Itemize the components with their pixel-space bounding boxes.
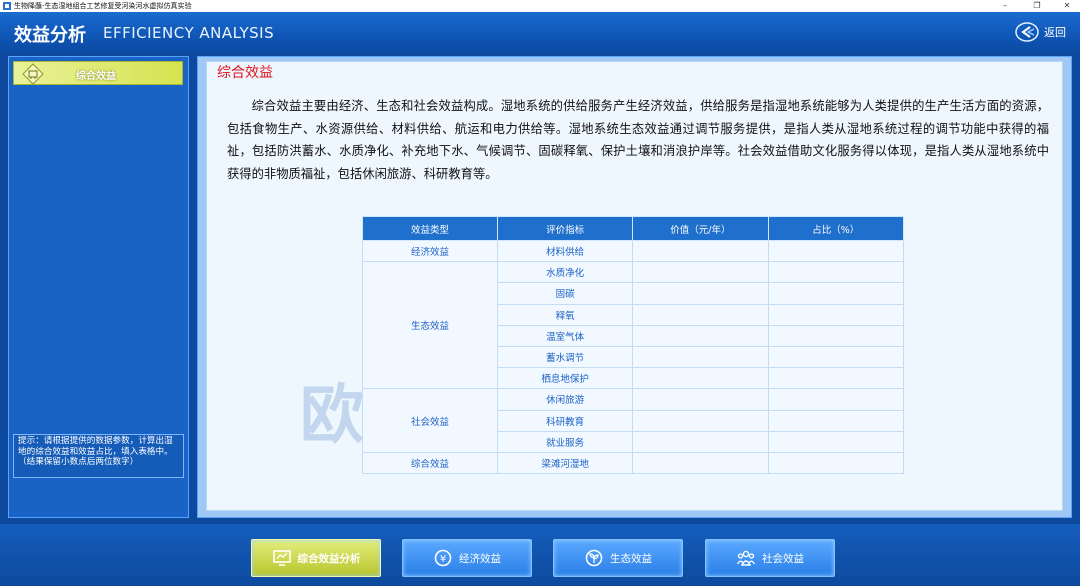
tab-ecological-benefit[interactable]: 生态效益 <box>553 539 683 577</box>
cell-ratio-input[interactable] <box>767 409 905 432</box>
cell-indicator: 蓄水调节 <box>497 345 634 369</box>
cell-ratio-input[interactable] <box>767 388 905 411</box>
cell-value-input[interactable] <box>632 303 769 326</box>
cell-value-input[interactable] <box>632 430 769 453</box>
cell-indicator: 梁滩河湿地 <box>497 451 634 475</box>
cell-indicator: 栖息地保护 <box>497 367 634 390</box>
cell-ratio-input[interactable] <box>767 451 905 475</box>
cell-benefit-type: 社会效益 <box>361 388 499 453</box>
people-icon <box>736 550 756 566</box>
cell-benefit-type: 经济效益 <box>361 239 499 263</box>
cell-value-input[interactable] <box>632 367 769 390</box>
section-title: 综合效益 <box>217 65 273 81</box>
cell-indicator: 就业服务 <box>497 430 634 453</box>
cell-ratio-input[interactable] <box>767 239 905 263</box>
cell-value-input[interactable] <box>632 409 769 432</box>
table-row: 社会效益 休闲旅游 <box>361 388 905 453</box>
cell-ratio-input[interactable] <box>767 324 905 347</box>
app-icon <box>3 2 11 10</box>
table-row: 经济效益 材料供给 <box>361 239 905 263</box>
cell-indicator: 科研教育 <box>497 409 634 432</box>
minimize-icon[interactable]: – <box>990 0 1020 12</box>
table-row: 综合效益 梁滩河湿地 <box>361 451 905 475</box>
cell-value-input[interactable] <box>632 261 769 284</box>
cell-ratio-input[interactable] <box>767 282 905 305</box>
page-title: 效益分析 <box>14 25 86 46</box>
cell-value-input[interactable] <box>632 324 769 347</box>
table-header-value: 价值（元/年） <box>632 216 769 241</box>
table-header-indicator: 评价指标 <box>497 216 634 241</box>
hint-text: 提示：请根据提供的数据参数，计算出湿地的综合效益和效益占比，填入表格中。（结果保… <box>13 434 184 478</box>
table-row: 生态效益 水质净化 <box>361 261 905 390</box>
maximize-icon[interactable]: ❐ <box>1022 0 1052 12</box>
cell-value-input[interactable] <box>632 239 769 263</box>
cell-value-input[interactable] <box>632 388 769 411</box>
table-header-ratio: 占比（%） <box>767 216 905 241</box>
cell-indicator: 释氧 <box>497 303 634 326</box>
back-button[interactable]: 返回 <box>1014 21 1066 43</box>
tab-label: 经济效益 <box>459 552 501 565</box>
cell-indicator: 材料供给 <box>497 239 634 263</box>
close-icon[interactable]: ✕ <box>1052 0 1080 12</box>
cell-value-input[interactable] <box>632 282 769 305</box>
cell-indicator: 固碳 <box>497 282 634 305</box>
sidebar: 综合效益 提示：请根据提供的数据参数，计算出湿地的综合效益和效益占比，填入表格中… <box>8 56 189 518</box>
description-paragraph: 综合效益主要由经济、生态和社会效益构成。湿地系统的供给服务产生经济效益，供给服务… <box>227 99 1049 181</box>
app-header: 效益分析 EFFICIENCY ANALYSIS 返回 <box>0 12 1080 52</box>
cell-ratio-input[interactable] <box>767 303 905 326</box>
tab-economic-benefit[interactable]: ¥ 经济效益 <box>402 539 532 577</box>
cell-value-input[interactable] <box>632 345 769 369</box>
back-label: 返回 <box>1044 26 1066 39</box>
tab-label: 社会效益 <box>762 552 804 565</box>
sidebar-item-label: 综合效益 <box>76 71 116 82</box>
table-header-type: 效益类型 <box>361 216 499 241</box>
table-body: 经济效益 材料供给 生态效益 水质净化 固碳 释氧 温室气体 蓄水调节 栖息地保护 社会效益 休闲旅… <box>361 239 905 475</box>
cell-value-input[interactable] <box>632 451 769 475</box>
cell-indicator: 温室气体 <box>497 324 634 347</box>
cell-ratio-input[interactable] <box>767 345 905 369</box>
cell-ratio-input[interactable] <box>767 430 905 453</box>
back-arrow-icon <box>1015 22 1039 42</box>
tab-social-benefit[interactable]: 社会效益 <box>705 539 835 577</box>
window-title: 生物降蘸-生态湿地组合工艺修复受河染河水虚拟仿真实验 <box>14 2 192 10</box>
cell-benefit-type: 综合效益 <box>361 451 499 475</box>
sidebar-item-comprehensive-benefit[interactable]: 综合效益 <box>13 61 183 85</box>
cell-indicator: 水质净化 <box>497 261 634 284</box>
cell-ratio-input[interactable] <box>767 261 905 284</box>
tab-label: 综合效益分析 <box>297 552 361 565</box>
leaf-icon <box>585 549 603 567</box>
tab-comprehensive-analysis[interactable]: 综合效益分析 <box>251 539 381 577</box>
monitor-icon <box>272 550 291 566</box>
back-area: 返回 <box>1014 17 1066 47</box>
svg-text:¥: ¥ <box>440 554 446 565</box>
table-header-row: 效益类型 评价指标 价值（元/年） 占比（%） <box>361 216 905 241</box>
benefit-table: 效益类型 评价指标 价值（元/年） 占比（%） 经济效益 材料供给 生态效益 水质净化… <box>361 216 905 475</box>
tab-label: 生态效益 <box>610 552 652 565</box>
cell-ratio-input[interactable] <box>767 367 905 390</box>
cell-indicator: 休闲旅游 <box>497 388 634 411</box>
cell-benefit-type: 生态效益 <box>361 261 499 390</box>
coin-icon: ¥ <box>434 549 452 567</box>
page-subtitle: EFFICIENCY ANALYSIS <box>103 24 275 42</box>
bottom-nav: 综合效益分析 ¥ 经济效益 生态效益 社会效益 <box>0 524 1080 586</box>
diamond-icon <box>22 63 44 85</box>
